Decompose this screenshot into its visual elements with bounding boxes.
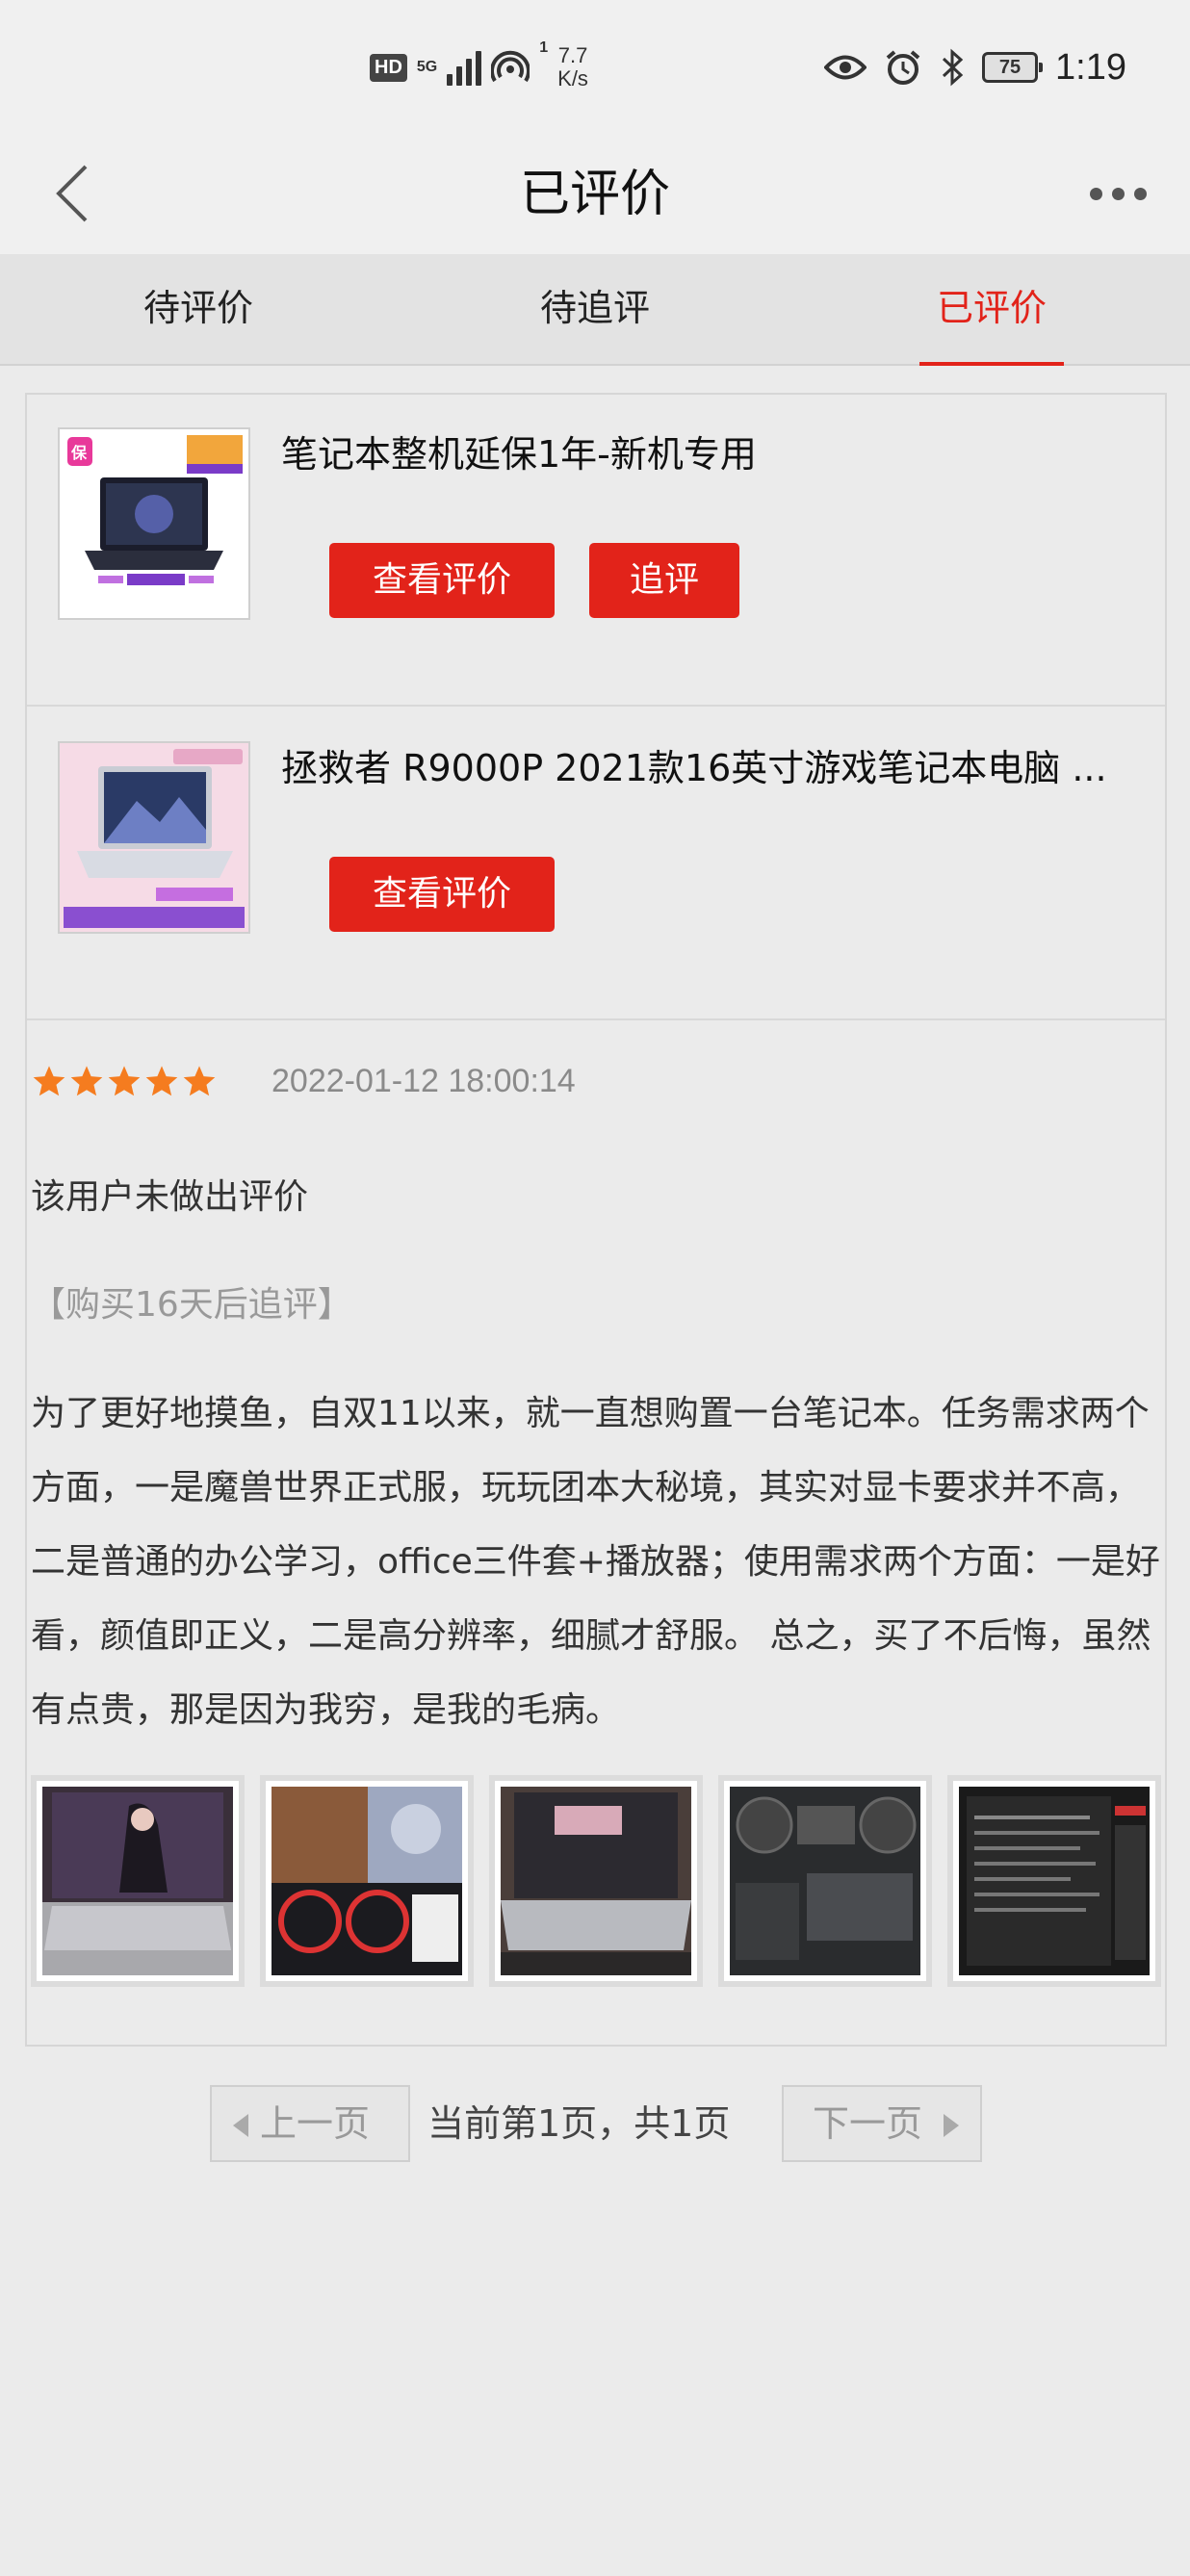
product-thumbnail[interactable] [58, 741, 250, 934]
battery-icon: 75 [982, 52, 1044, 83]
view-review-button[interactable]: 查看评价 [329, 543, 555, 618]
nav-bar: 已评价 [0, 135, 1190, 254]
product-item: 拯救者 R9000P 2021款16英寸游戏笔记本电脑 ... 查看评价 [27, 708, 1165, 1020]
review-tabs: 待评价 待追评 已评价 [0, 254, 1190, 366]
star-icon [108, 1065, 141, 1095]
review-date: 2022-01-12 18:00:14 [272, 1063, 576, 1099]
hotspot-count: 1 [539, 39, 549, 56]
page-title: 已评价 [519, 166, 670, 223]
hd-badge: HD [370, 53, 407, 82]
clock: 1:19 [1055, 46, 1126, 88]
follow-up-review-text: 为了更好地摸鱼，自双11以来，就一直想购置一台笔记本。任务需求两个方面，一是魔兽… [31, 1394, 1160, 1730]
next-page-button[interactable]: 下一页 [782, 2085, 982, 2162]
laptop-desk-photo [501, 1787, 691, 1975]
star-icon [145, 1065, 178, 1095]
next-page-label: 下一页 [813, 2102, 923, 2145]
star-icon [70, 1065, 103, 1095]
review-photo[interactable] [718, 1775, 932, 1987]
speed-unit: K/s [557, 66, 588, 90]
product-thumbnail[interactable]: 保 [58, 427, 250, 620]
back-button[interactable] [39, 160, 106, 227]
order-review-card: 保 笔记本整机延保1年-新机专用 查看评价 追评 拯救者 R9000P 2021… [25, 393, 1167, 2047]
left-triangle-icon [233, 2114, 248, 2137]
office-screen-photo [959, 1787, 1150, 1975]
rating-row: 2022-01-12 18:00:14 [31, 1063, 576, 1100]
status-bar: HD 5G 1 7.7 K/s 75 1:19 [0, 0, 1190, 135]
review-photo[interactable] [489, 1775, 703, 1987]
star-rating [31, 1064, 218, 1100]
product-name[interactable]: 拯救者 R9000P 2021款16英寸游戏笔记本电脑 ... [281, 741, 1148, 795]
star-icon [33, 1065, 65, 1095]
more-dot-icon [1089, 187, 1102, 200]
tab-pending-followup[interactable]: 待追评 [397, 254, 793, 364]
right-triangle-icon [944, 2114, 959, 2137]
tab-pending-review[interactable]: 待评价 [0, 254, 397, 364]
warranty-laptop-image [60, 429, 248, 618]
more-dot-icon [1111, 187, 1125, 200]
more-dot-icon [1133, 187, 1147, 200]
speed-value: 7.7 [557, 42, 588, 67]
follow-up-label: 【购买16天后追评】 [31, 1285, 352, 1325]
back-arrow-icon [56, 165, 88, 222]
review-photo[interactable] [31, 1775, 245, 1987]
review-photo[interactable] [260, 1775, 474, 1987]
view-review-button[interactable]: 查看评价 [329, 857, 555, 932]
product-name[interactable]: 笔记本整机延保1年-新机专用 [281, 427, 1148, 481]
pagination: 上一页 当前第1页，共1页 下一页 [0, 2085, 1190, 2162]
laptop-wallpaper-photo [42, 1787, 233, 1975]
status-right: 75 1:19 [824, 37, 1126, 98]
follow-up-review-button[interactable]: 追评 [589, 543, 739, 618]
review-photo[interactable] [947, 1775, 1161, 1987]
tab-reviewed[interactable]: 已评价 [793, 254, 1190, 366]
eye-icon [824, 55, 867, 80]
status-left: HD 5G 1 7.7 K/s [370, 40, 588, 94]
hotspot-icon [491, 50, 530, 83]
prev-page-label: 上一页 [260, 2102, 371, 2145]
network-type: 5G [416, 59, 438, 75]
alarm-icon [886, 50, 920, 85]
laptop-product-image [60, 743, 248, 932]
product-item: 保 笔记本整机延保1年-新机专用 查看评价 追评 [27, 395, 1165, 707]
warranty-tag: 保 [71, 444, 88, 462]
review-photo-gallery [31, 1775, 1161, 1987]
more-menu-button[interactable] [1074, 169, 1161, 218]
signal-icon [447, 49, 482, 86]
star-icon [183, 1065, 216, 1095]
laptop-internals-photo [730, 1787, 920, 1975]
network-speed: 7.7 K/s [557, 42, 588, 90]
bluetooth-icon [943, 48, 964, 87]
initial-review-text: 该用户未做出评价 [31, 1177, 309, 1217]
prev-page-button[interactable]: 上一页 [210, 2085, 410, 2162]
game-screenshot-photo [272, 1787, 462, 1975]
page-info: 当前第1页，共1页 [427, 2102, 731, 2145]
